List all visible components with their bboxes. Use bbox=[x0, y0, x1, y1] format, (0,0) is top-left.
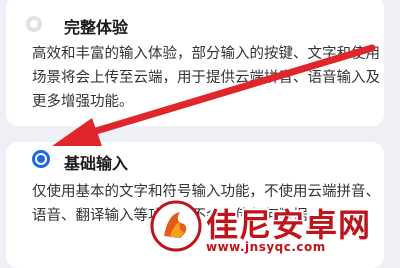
option-description-basic-input: 仅使用基本的文字和符号输入功能，不使用云端拼音、语音、翻译输入等功能，不会上传任… bbox=[32, 184, 380, 224]
option-title-basic-input: 基础输入 bbox=[64, 154, 129, 173]
option-title-full-experience: 完整体验 bbox=[64, 18, 129, 37]
option-description-full-experience: 高效和丰富的输入体验，部分输入的按键、文字和使用场景将会上传至云端，用于提供云端… bbox=[32, 46, 380, 110]
radio-button-basic-input[interactable] bbox=[32, 150, 50, 168]
radio-button-full-experience[interactable] bbox=[26, 16, 42, 32]
